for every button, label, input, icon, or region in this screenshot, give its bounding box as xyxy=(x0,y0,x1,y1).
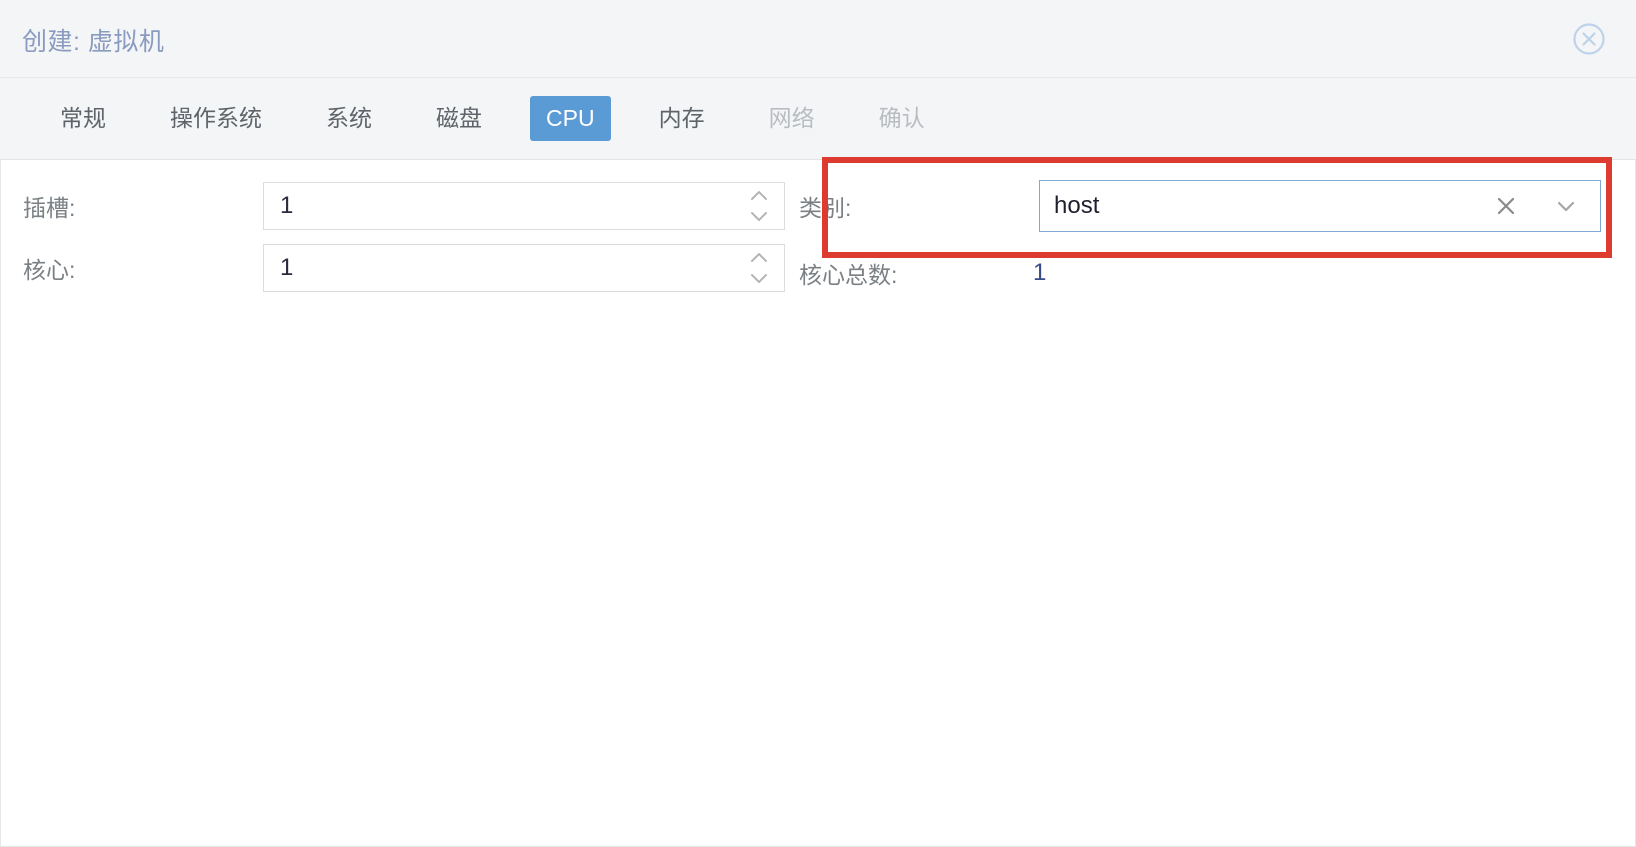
cores-value: 1 xyxy=(280,254,294,281)
sockets-value: 1 xyxy=(280,192,294,219)
type-combobox[interactable]: host xyxy=(1039,180,1601,232)
chevron-down-icon[interactable] xyxy=(1554,194,1578,218)
spinner-updown-icon[interactable] xyxy=(748,251,770,285)
tab-system[interactable]: 系统 xyxy=(310,96,388,141)
tab-bar: 常规 操作系统 系统 磁盘 CPU 内存 网络 确认 xyxy=(0,78,1636,160)
tab-network: 网络 xyxy=(768,105,815,132)
cores-row: 核心: 1 xyxy=(23,244,785,292)
close-icon[interactable] xyxy=(1570,20,1608,58)
cpu-tab-panel: 插槽: 1 核心: 1 类别: host 核心总数: 1 xyxy=(0,160,1636,847)
cores-input[interactable]: 1 xyxy=(263,244,785,292)
spinner-updown-icon[interactable] xyxy=(748,189,770,223)
type-label: 类别: xyxy=(799,195,852,221)
total-cores-value: 1 xyxy=(1033,259,1047,286)
page-title: 创建: 虚拟机 xyxy=(22,28,165,56)
tab-memory[interactable]: 内存 xyxy=(643,96,721,141)
type-value: host xyxy=(1054,192,1100,219)
cores-label: 核心: xyxy=(23,257,76,283)
tab-cpu[interactable]: CPU xyxy=(530,96,611,141)
total-cores-row: 核心总数: 1 xyxy=(799,256,1046,290)
sockets-label: 插槽: xyxy=(23,195,76,221)
sockets-row: 插槽: 1 xyxy=(23,182,785,230)
dialog-header: 创建: 虚拟机 xyxy=(0,0,1636,78)
tab-confirm: 确认 xyxy=(878,105,925,132)
tab-general[interactable]: 常规 xyxy=(44,96,122,141)
sockets-input[interactable]: 1 xyxy=(263,182,785,230)
tab-os[interactable]: 操作系统 xyxy=(154,96,278,141)
tab-disk[interactable]: 磁盘 xyxy=(420,96,498,141)
create-vm-dialog: 创建: 虚拟机 常规 操作系统 系统 磁盘 CPU 内存 网络 确认 插槽: 1 xyxy=(0,0,1636,847)
total-cores-label: 核心总数: xyxy=(799,262,898,288)
type-row: 类别: host xyxy=(799,180,1601,232)
clear-x-icon[interactable] xyxy=(1494,194,1518,218)
